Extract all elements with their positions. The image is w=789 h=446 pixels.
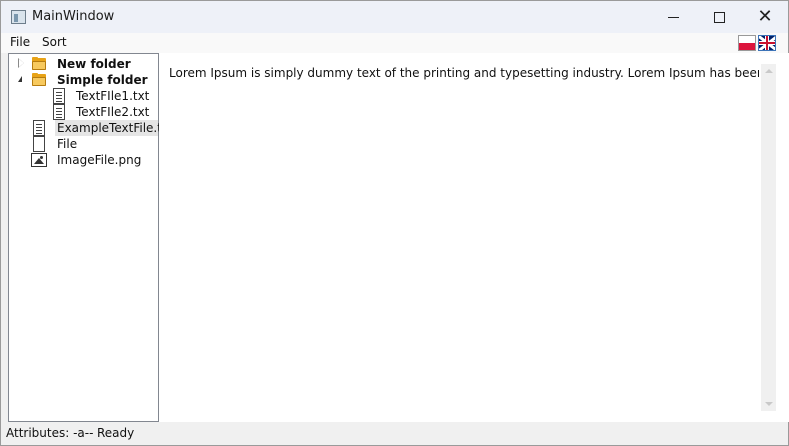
vertical-scrollbar[interactable] [761, 64, 776, 411]
menu-sort[interactable]: Sort [42, 35, 67, 49]
poland-flag-icon[interactable] [738, 35, 756, 51]
expand-arrow-icon[interactable] [18, 58, 26, 68]
tree-item-image-file[interactable]: ImageFile.png [9, 152, 158, 168]
tree-item-label: TextFIle2.txt [76, 105, 150, 119]
status-attributes: Attributes: -a-- [6, 426, 94, 440]
tree-item-label: Simple folder [57, 73, 148, 87]
file-preview-pane[interactable]: Lorem Ipsum is simply dummy text of the … [159, 53, 789, 422]
blank-file-icon [31, 136, 47, 152]
collapse-arrow-icon[interactable] [18, 76, 26, 84]
main-window: MainWindow ✕ File Sort New folder Simple… [0, 0, 789, 446]
folder-icon [31, 56, 47, 72]
text-file-icon [51, 88, 67, 104]
maximize-icon [713, 11, 725, 23]
close-button[interactable]: ✕ [742, 1, 788, 33]
tree-item-label: New folder [57, 57, 131, 71]
file-tree[interactable]: New folder Simple folder TextFIle1.txt T… [8, 53, 174, 422]
tree-item-label: ExampleTextFile.txt [57, 121, 174, 135]
maximize-button[interactable] [696, 1, 742, 33]
window-title: MainWindow [32, 9, 115, 24]
scroll-down-icon[interactable] [765, 402, 773, 406]
status-bar: Attributes: -a-- Ready [1, 422, 788, 445]
tree-item-simple-folder[interactable]: Simple folder [9, 72, 158, 88]
tree-item-example-text-file[interactable]: ExampleTextFile.txt [9, 120, 174, 136]
minimize-button[interactable] [650, 1, 696, 33]
scroll-up-icon[interactable] [765, 69, 773, 73]
tree-item-label: ImageFile.png [57, 153, 142, 167]
text-file-icon [51, 104, 67, 120]
menu-bar: File Sort [1, 33, 788, 53]
image-file-icon [31, 152, 47, 168]
close-icon: ✕ [757, 6, 773, 27]
status-state: Ready [97, 426, 135, 440]
uk-flag-icon[interactable] [758, 35, 776, 51]
tree-item-label: File [57, 137, 78, 151]
folder-icon [31, 72, 47, 88]
tree-item-textfile2[interactable]: TextFIle2.txt [9, 104, 158, 120]
title-bar[interactable]: MainWindow ✕ [1, 1, 788, 33]
tree-item-label: TextFIle1.txt [76, 89, 150, 103]
text-file-icon [31, 120, 47, 136]
tree-item-file[interactable]: File [9, 136, 158, 152]
tree-item-new-folder[interactable]: New folder [9, 56, 158, 72]
minimize-icon [667, 16, 679, 18]
tree-item-textfile1[interactable]: TextFIle1.txt [9, 88, 158, 104]
menu-file[interactable]: File [10, 35, 30, 49]
file-content-text: Lorem Ipsum is simply dummy text of the … [169, 66, 759, 80]
app-window-icon [11, 10, 26, 24]
